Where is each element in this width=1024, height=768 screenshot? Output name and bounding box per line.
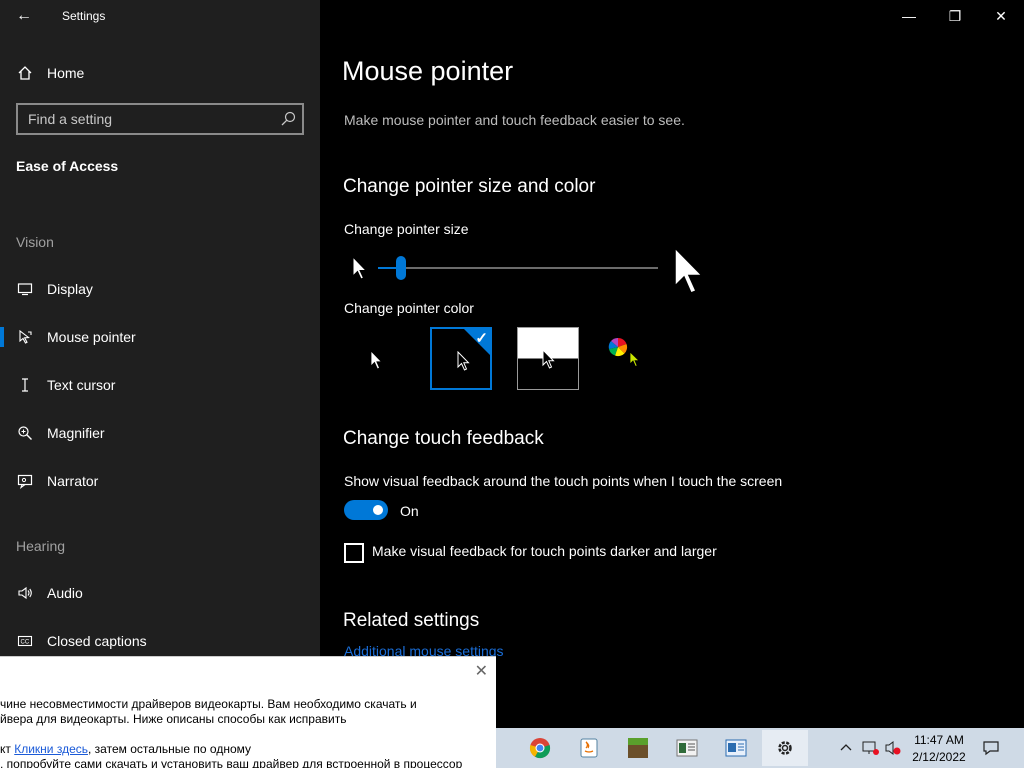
small-pointer-icon <box>352 255 368 287</box>
app-title: Settings <box>62 9 106 23</box>
custom-pointer-icon <box>629 351 641 374</box>
toggle-state-label: On <box>400 503 419 519</box>
pointer-size-label: Change pointer size <box>344 221 469 237</box>
popup-text-line: йвера для видеокарты. Ниже описаны спосо… <box>0 712 347 726</box>
checkmark-icon: ✓ <box>475 330 488 347</box>
popup-window: ✕ чине несовместимости драйверов видеока… <box>0 656 496 768</box>
close-button[interactable]: ✕ <box>978 0 1024 32</box>
pointer-size-slider-track[interactable] <box>378 267 658 269</box>
svg-text:CC: CC <box>21 640 30 646</box>
sidebar-item-label: Narrator <box>47 473 99 489</box>
sidebar-item-text-cursor[interactable]: Text cursor <box>0 365 320 405</box>
network-icon[interactable] <box>862 740 880 761</box>
sidebar: ← Settings Home Ease of Access Vision Di… <box>0 0 320 768</box>
close-icon[interactable]: ✕ <box>475 661 488 681</box>
sidebar-item-magnifier[interactable]: Magnifier <box>0 413 320 453</box>
sidebar-item-audio[interactable]: Audio <box>0 573 320 613</box>
pointer-icon <box>16 328 34 346</box>
category-title: Ease of Access <box>16 158 119 174</box>
minecraft-icon[interactable] <box>615 730 661 766</box>
sidebar-item-label: Magnifier <box>47 425 105 441</box>
restore-button[interactable]: ❐ <box>932 0 978 32</box>
touch-feedback-label: Show visual feedback around the touch po… <box>344 473 783 489</box>
inverted-pointer-icon <box>542 348 556 376</box>
sidebar-item-closed-captions[interactable]: CC Closed captions <box>0 621 320 661</box>
app2-icon[interactable] <box>713 730 759 766</box>
white-pointer-icon <box>370 350 384 377</box>
sidebar-item-narrator[interactable]: Narrator <box>0 461 320 501</box>
magnifier-icon <box>16 424 34 442</box>
text-cursor-icon <box>16 376 34 394</box>
color-option-black[interactable]: ✓ <box>430 327 492 390</box>
sidebar-item-label: Display <box>47 281 93 297</box>
popup-text: кт <box>0 742 15 756</box>
sidebar-item-mouse-pointer[interactable]: Mouse pointer <box>0 317 320 357</box>
popup-text-line: , попробуйте сами скачать и установить в… <box>0 757 463 768</box>
toggle-knob <box>373 505 383 515</box>
page-title: Mouse pointer <box>342 56 514 86</box>
large-pointer-icon <box>673 246 707 301</box>
section-heading-related: Related settings <box>343 610 480 631</box>
pointer-color-label: Change pointer color <box>344 300 474 316</box>
search-input[interactable] <box>18 105 276 133</box>
java-icon[interactable] <box>566 730 612 766</box>
volume-muted-icon[interactable] <box>884 740 902 761</box>
sidebar-item-label: Home <box>47 65 85 81</box>
page-description: Make mouse pointer and touch feedback ea… <box>344 112 685 128</box>
darker-feedback-label: Make visual feedback for touch points da… <box>372 543 717 559</box>
notifications-icon[interactable] <box>982 739 1000 762</box>
speaker-icon <box>16 584 34 602</box>
app-icon[interactable] <box>664 730 710 766</box>
sidebar-item-label: Closed captions <box>47 633 147 649</box>
sidebar-item-label: Text cursor <box>47 377 116 393</box>
chrome-icon[interactable] <box>517 730 563 766</box>
color-option-custom[interactable] <box>596 327 658 390</box>
clock-date: 2/12/2022 <box>912 750 966 764</box>
narrator-icon <box>16 472 34 490</box>
clock[interactable]: 11:47 AM 2/12/2022 <box>904 732 974 766</box>
darker-feedback-checkbox[interactable] <box>344 543 364 563</box>
chevron-up-icon[interactable] <box>838 740 854 761</box>
sidebar-item-label: Audio <box>47 585 83 601</box>
touch-feedback-toggle[interactable] <box>344 500 388 520</box>
popup-text: , затем остальные по одному <box>88 742 252 756</box>
monitor-icon <box>16 280 34 298</box>
color-option-white[interactable] <box>346 327 408 390</box>
back-button[interactable]: ← <box>12 4 36 28</box>
color-option-inverted[interactable] <box>517 327 579 390</box>
search-icon[interactable] <box>280 111 296 127</box>
popup-link[interactable]: Кликни здесь <box>14 742 88 756</box>
home-icon <box>16 64 34 82</box>
cc-icon: CC <box>16 632 34 650</box>
section-heading-vision: Vision <box>16 234 54 250</box>
minimize-button[interactable]: — <box>886 0 932 32</box>
color-wheel-icon <box>608 337 628 362</box>
search-box[interactable] <box>16 103 304 135</box>
popup-text-line-with-link: кт Кликни здесь, затем остальные по одно… <box>0 742 251 756</box>
pointer-size-slider-thumb[interactable] <box>396 256 406 280</box>
sidebar-item-display[interactable]: Display <box>0 269 320 309</box>
sidebar-item-home[interactable]: Home <box>0 53 320 93</box>
settings-icon[interactable] <box>762 730 808 766</box>
popup-text-line: чине несовместимости драйверов видеокарт… <box>0 697 417 711</box>
sidebar-item-label: Mouse pointer <box>47 329 136 345</box>
clock-time: 11:47 AM <box>914 733 964 747</box>
section-heading-touch: Change touch feedback <box>343 428 544 449</box>
section-heading-pointer: Change pointer size and color <box>343 176 596 197</box>
section-heading-hearing: Hearing <box>16 538 66 554</box>
